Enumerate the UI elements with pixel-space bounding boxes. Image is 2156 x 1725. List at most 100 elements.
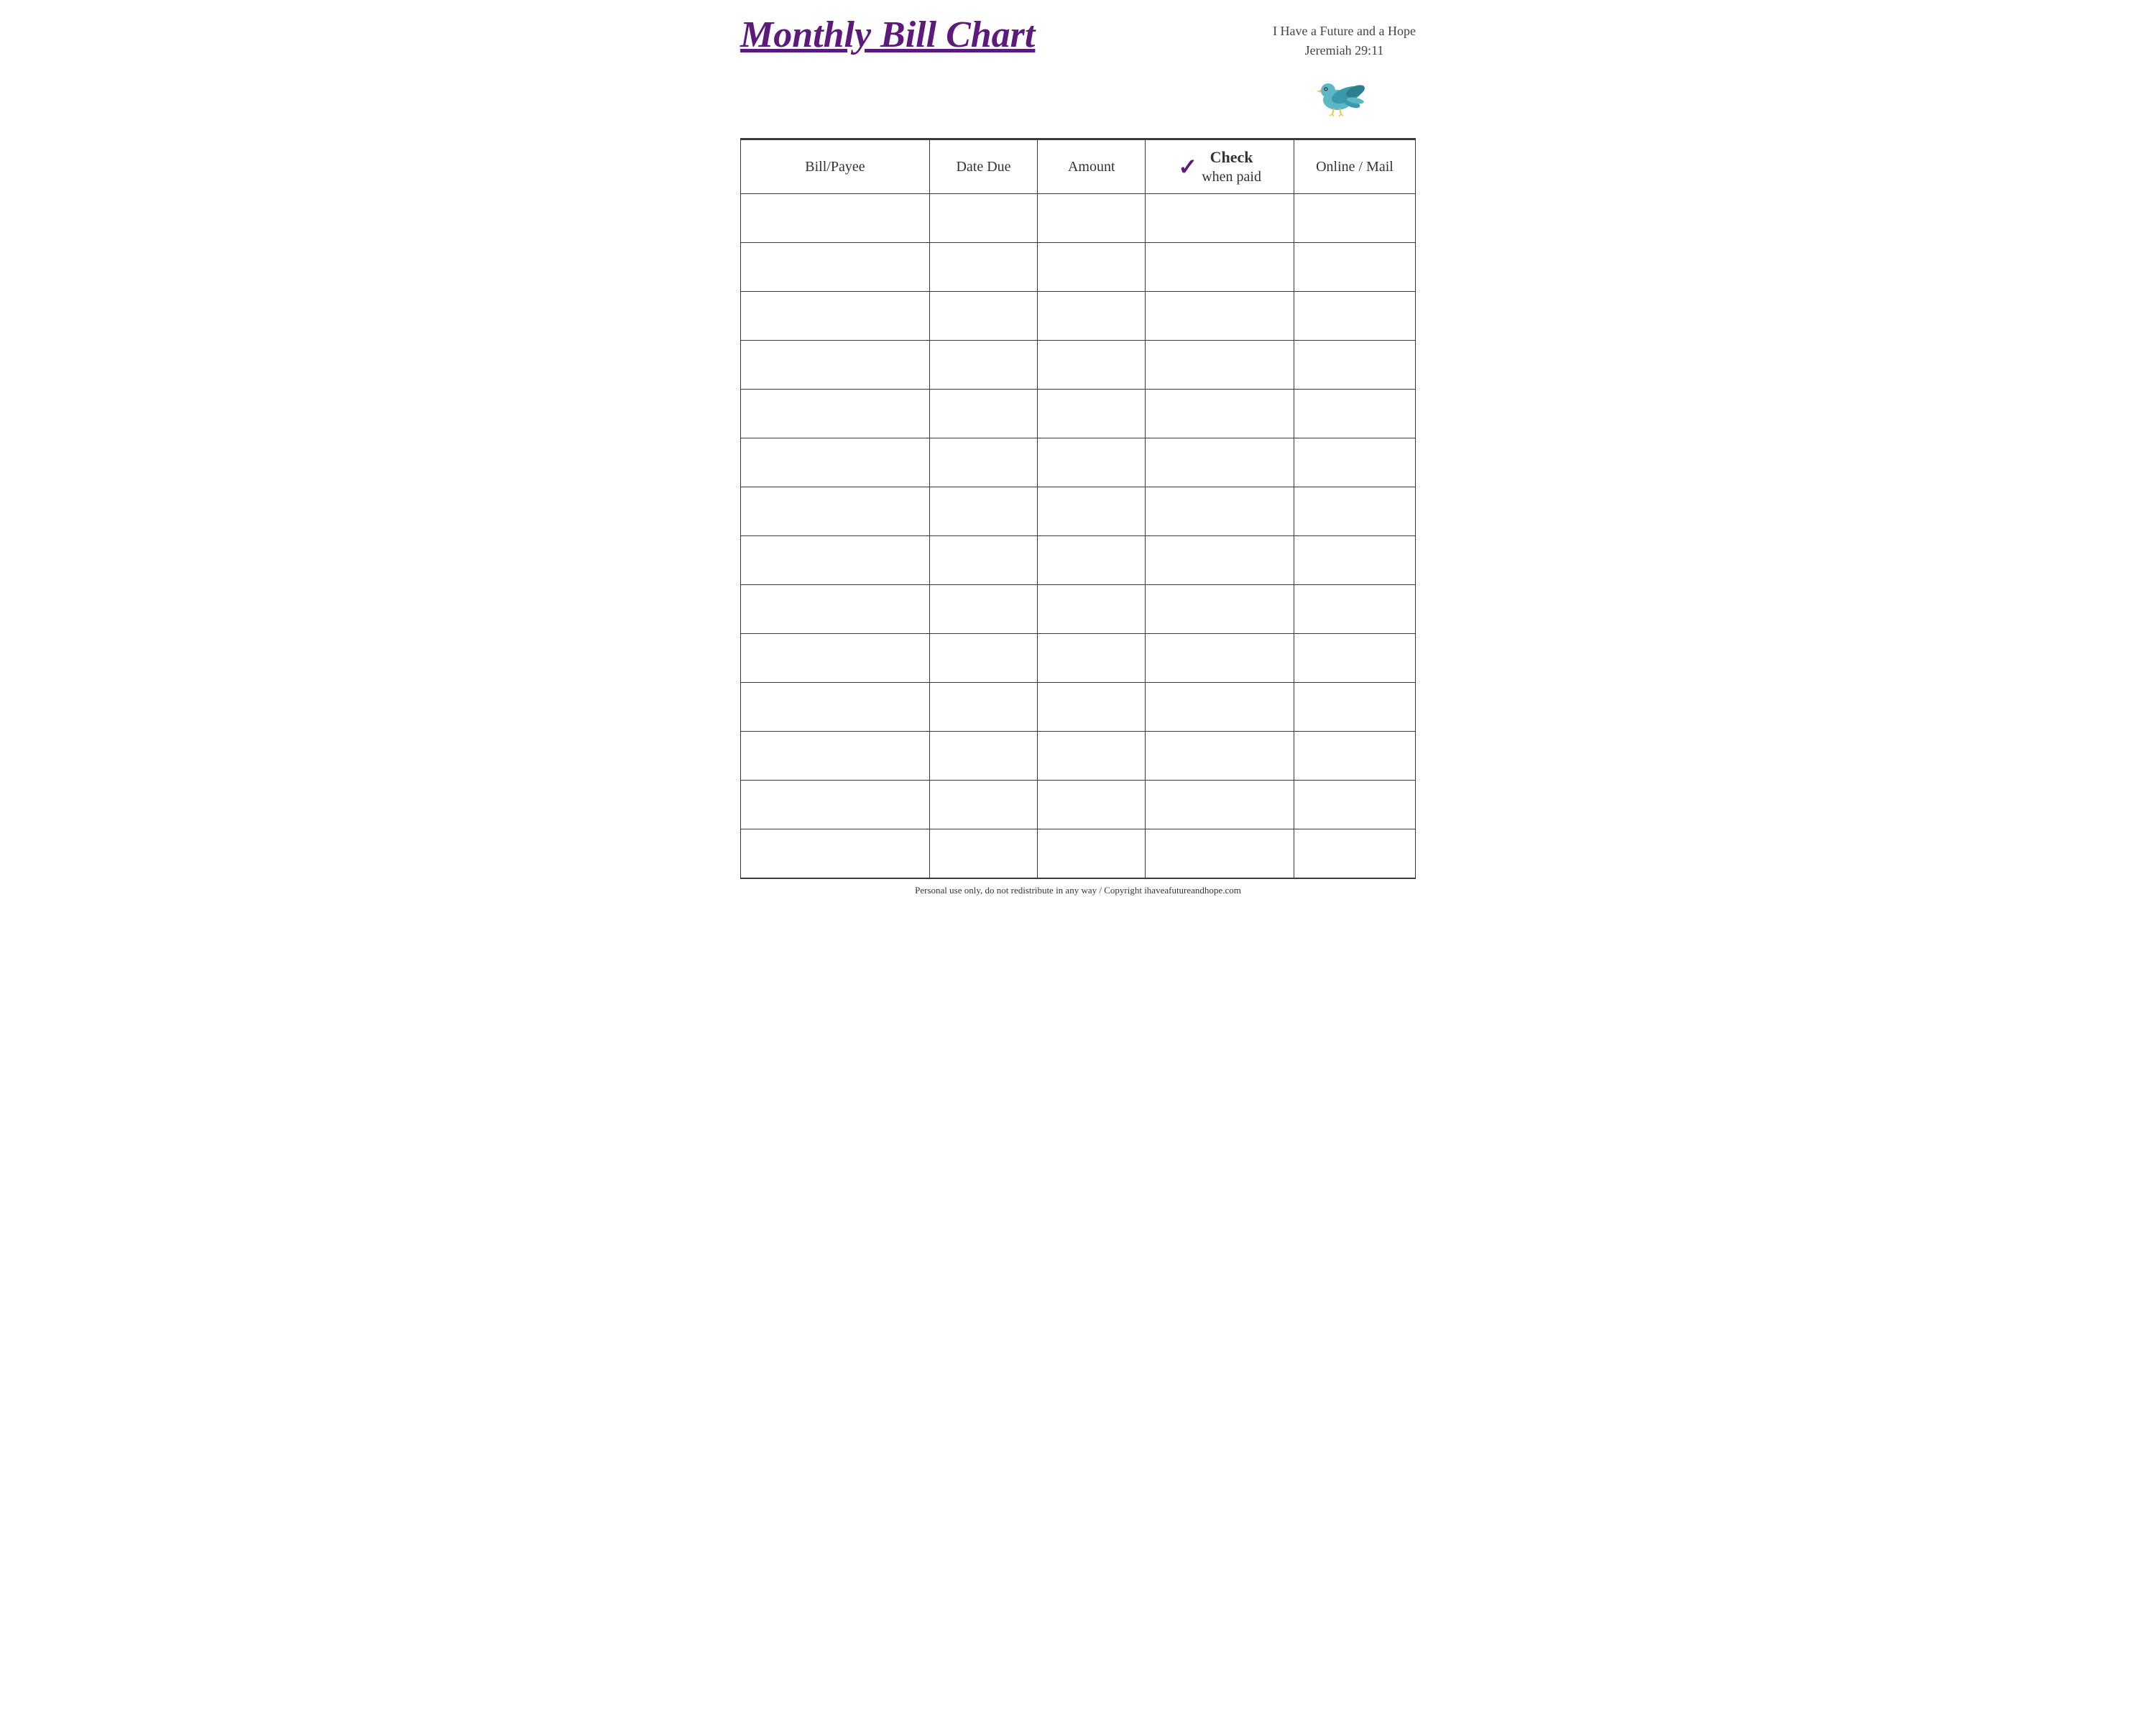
header-right: I Have a Future and a Hope Jeremiah 29:1… [1273,22,1416,121]
col-header-check-when-paid: ✓ Check when paid [1146,140,1294,194]
table-cell[interactable] [1038,243,1146,292]
table-cell[interactable] [1146,781,1294,829]
page-title: Monthly Bill Chart [740,14,1035,55]
col-header-date-due: Date Due [929,140,1037,194]
col-header-online-mail: Online / Mail [1294,140,1415,194]
table-cell[interactable] [741,243,930,292]
table-cell[interactable] [1038,585,1146,634]
table-cell[interactable] [1038,438,1146,487]
verse-line1: I Have a Future and a Hope [1273,24,1416,38]
table-row [741,585,1416,634]
table-cell[interactable] [929,487,1037,536]
table-cell[interactable] [1038,536,1146,585]
table-cell[interactable] [929,438,1037,487]
table-cell[interactable] [1294,341,1415,390]
table-cell[interactable] [1146,732,1294,781]
table-header-row: Bill/Payee Date Due Amount ✓ Check when … [741,140,1416,194]
table-row [741,390,1416,438]
table-cell[interactable] [741,536,930,585]
table-cell[interactable] [1294,243,1415,292]
table-cell[interactable] [741,732,930,781]
table-row [741,781,1416,829]
table-cell[interactable] [741,585,930,634]
page-header: Monthly Bill Chart I Have a Future and a… [740,14,1416,127]
table-row [741,634,1416,683]
table-cell[interactable] [929,194,1037,243]
table-cell[interactable] [1038,292,1146,341]
table-cell[interactable] [1146,390,1294,438]
table-cell[interactable] [1038,829,1146,878]
table-cell[interactable] [929,732,1037,781]
table-row [741,487,1416,536]
table-row [741,243,1416,292]
verse-line2: Jeremiah 29:11 [1305,43,1384,58]
table-cell[interactable] [1038,732,1146,781]
table-row [741,536,1416,585]
table-body [741,194,1416,878]
table-row [741,194,1416,243]
table-cell[interactable] [1294,781,1415,829]
table-cell[interactable] [1146,341,1294,390]
table-cell[interactable] [929,292,1037,341]
table-cell[interactable] [1294,487,1415,536]
footer-text: Personal use only, do not redistribute i… [915,885,1241,896]
verse-text: I Have a Future and a Hope Jeremiah 29:1… [1273,22,1416,60]
page-footer: Personal use only, do not redistribute i… [740,878,1416,899]
table-cell[interactable] [1294,585,1415,634]
check-when-text: Check when paid [1202,147,1261,187]
table-row [741,341,1416,390]
table-cell[interactable] [929,683,1037,732]
table-cell[interactable] [929,243,1037,292]
table-cell[interactable] [929,634,1037,683]
table-cell[interactable] [1146,585,1294,634]
table-cell[interactable] [741,438,930,487]
table-row [741,438,1416,487]
table-cell[interactable] [741,683,930,732]
table-cell[interactable] [1146,243,1294,292]
check-line1: Check [1210,147,1253,168]
table-cell[interactable] [1146,292,1294,341]
check-header-content: ✓ Check when paid [1146,147,1294,187]
col-header-amount: Amount [1038,140,1146,194]
table-cell[interactable] [929,536,1037,585]
table-cell[interactable] [1294,683,1415,732]
table-cell[interactable] [1038,390,1146,438]
table-cell[interactable] [1038,341,1146,390]
table-cell[interactable] [741,781,930,829]
table-cell[interactable] [929,781,1037,829]
table-cell[interactable] [1294,634,1415,683]
table-cell[interactable] [1146,438,1294,487]
table-cell[interactable] [1146,683,1294,732]
table-cell[interactable] [929,585,1037,634]
table-cell[interactable] [741,634,930,683]
bill-chart-table: Bill/Payee Date Due Amount ✓ Check when … [740,139,1416,878]
table-cell[interactable] [1146,194,1294,243]
table-cell[interactable] [1038,781,1146,829]
table-cell[interactable] [1294,390,1415,438]
table-cell[interactable] [1294,438,1415,487]
table-row [741,732,1416,781]
table-cell[interactable] [1146,634,1294,683]
table-cell[interactable] [929,390,1037,438]
table-cell[interactable] [741,341,930,390]
table-cell[interactable] [741,292,930,341]
table-cell[interactable] [1294,194,1415,243]
table-cell[interactable] [1294,829,1415,878]
table-cell[interactable] [741,390,930,438]
table-row [741,683,1416,732]
table-cell[interactable] [1294,732,1415,781]
table-cell[interactable] [1038,634,1146,683]
table-cell[interactable] [1146,829,1294,878]
table-cell[interactable] [1038,487,1146,536]
table-cell[interactable] [741,487,930,536]
table-cell[interactable] [1294,292,1415,341]
table-cell[interactable] [929,341,1037,390]
table-cell[interactable] [741,829,930,878]
table-cell[interactable] [929,829,1037,878]
table-cell[interactable] [1146,536,1294,585]
table-cell[interactable] [741,194,930,243]
table-cell[interactable] [1038,683,1146,732]
table-cell[interactable] [1038,194,1146,243]
table-cell[interactable] [1146,487,1294,536]
table-cell[interactable] [1294,536,1415,585]
